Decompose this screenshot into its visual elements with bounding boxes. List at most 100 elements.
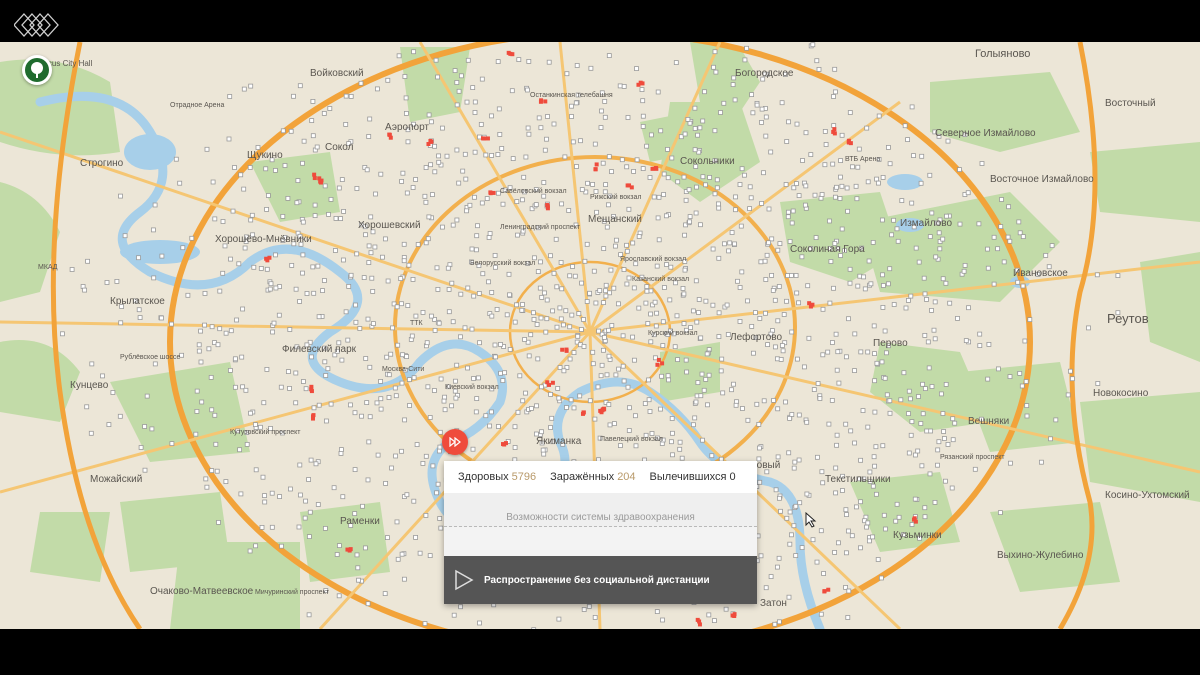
healthy-dot <box>579 327 584 332</box>
healthy-dot <box>369 275 375 281</box>
healthy-dot <box>1020 234 1026 240</box>
healthy-dot <box>627 405 632 411</box>
healthy-dot <box>624 242 629 248</box>
healthy-dot <box>648 288 654 294</box>
healthy-dot <box>498 370 504 376</box>
healthy-dot <box>582 258 588 264</box>
healthy-dot <box>316 314 322 320</box>
healthy-dot <box>729 230 735 235</box>
healthy-dot <box>1023 379 1029 384</box>
healthy-dot <box>692 126 698 131</box>
healthy-dot <box>407 403 412 408</box>
healthy-dot <box>793 553 799 559</box>
healthy-dot <box>526 353 532 359</box>
healthy-dot <box>604 224 610 230</box>
healthy-dot <box>692 105 698 111</box>
healthy-dot <box>203 476 209 482</box>
healthy-dot <box>961 268 967 274</box>
healthy-dot <box>593 189 599 194</box>
healthy-dot <box>198 328 204 334</box>
healthy-dot <box>829 397 835 403</box>
healthy-dot <box>202 322 208 328</box>
healthy-dot <box>117 413 123 419</box>
healthy-dot <box>682 131 688 137</box>
healthy-dot <box>240 306 246 312</box>
infected-dot <box>593 167 598 172</box>
healthy-dot <box>680 285 686 291</box>
play-simulation-marker[interactable] <box>442 429 468 455</box>
healthy-dot <box>682 267 688 273</box>
healthy-dot <box>696 297 702 302</box>
healthy-dot <box>909 419 915 425</box>
healthy-dot <box>819 469 825 475</box>
healthy-dot <box>295 178 301 184</box>
map-label: Казанский вокзал <box>632 275 689 283</box>
healthy-dot <box>480 271 486 277</box>
healthy-dot <box>613 372 619 378</box>
healthy-dot <box>357 326 363 331</box>
healthy-dot <box>891 217 896 223</box>
healthy-dot <box>306 534 312 540</box>
healthy-dot <box>826 421 832 427</box>
healthy-dot <box>703 182 708 188</box>
healthy-dot <box>220 270 226 276</box>
healthy-dot <box>762 258 768 264</box>
healthy-dot <box>679 455 685 461</box>
healthy-dot <box>1049 243 1055 249</box>
healthy-dot <box>336 185 342 191</box>
healthy-dot <box>592 615 598 620</box>
healthy-dot <box>568 397 574 403</box>
healthy-dot <box>861 274 866 280</box>
healthy-dot <box>882 375 888 381</box>
healthy-dot <box>991 281 997 287</box>
healthy-dot <box>636 234 642 239</box>
infected-dot <box>650 166 655 171</box>
healthy-dot <box>199 399 205 405</box>
healthy-dot <box>451 612 457 618</box>
healthy-dot <box>856 146 862 152</box>
infected-dot <box>309 387 314 392</box>
healthy-dot <box>805 283 811 289</box>
healthy-dot <box>1001 259 1007 265</box>
map-label: Рублёвское шоссе <box>120 353 180 361</box>
healthy-dot <box>136 307 142 313</box>
healthy-dot <box>776 555 782 561</box>
healthy-dot <box>738 223 744 229</box>
healthy-dot <box>567 356 573 362</box>
healthy-dot <box>819 192 825 197</box>
healthy-dot <box>489 289 495 295</box>
healthy-dot <box>118 320 124 326</box>
healthy-dot <box>559 286 565 292</box>
healthy-dot <box>677 446 683 452</box>
healthy-dot <box>665 147 670 152</box>
healthy-dot <box>952 420 958 426</box>
healthy-dot <box>937 246 943 252</box>
healthy-dot <box>908 396 913 402</box>
healthy-dot <box>699 371 705 377</box>
healthy-dot <box>603 282 609 288</box>
healthy-dot <box>883 526 888 532</box>
healthy-dot <box>832 549 837 555</box>
healthy-dot <box>935 462 940 468</box>
healthy-dot <box>326 211 331 217</box>
healthy-dot <box>288 128 294 134</box>
healthy-dot <box>588 65 594 71</box>
healthy-dot <box>730 82 736 87</box>
healthy-dot <box>495 59 501 65</box>
healthy-dot <box>789 220 795 226</box>
healthy-dot <box>469 246 475 252</box>
healthy-dot <box>700 437 705 443</box>
healthy-dot <box>323 418 329 424</box>
stat-infected-value: 204 <box>617 471 636 483</box>
healthy-dot <box>340 494 346 500</box>
healthy-dot <box>512 445 518 450</box>
park-tree-marker[interactable] <box>22 55 52 85</box>
healthy-dot <box>721 100 727 106</box>
run-simulation-button[interactable]: Распространение без социальной дистанции <box>444 556 757 604</box>
healthy-dot <box>436 159 442 165</box>
healthy-dot <box>766 206 772 212</box>
healthy-dot <box>729 387 734 393</box>
healthy-dot <box>442 407 448 413</box>
healthy-dot <box>404 190 410 196</box>
healthy-dot <box>669 416 675 421</box>
